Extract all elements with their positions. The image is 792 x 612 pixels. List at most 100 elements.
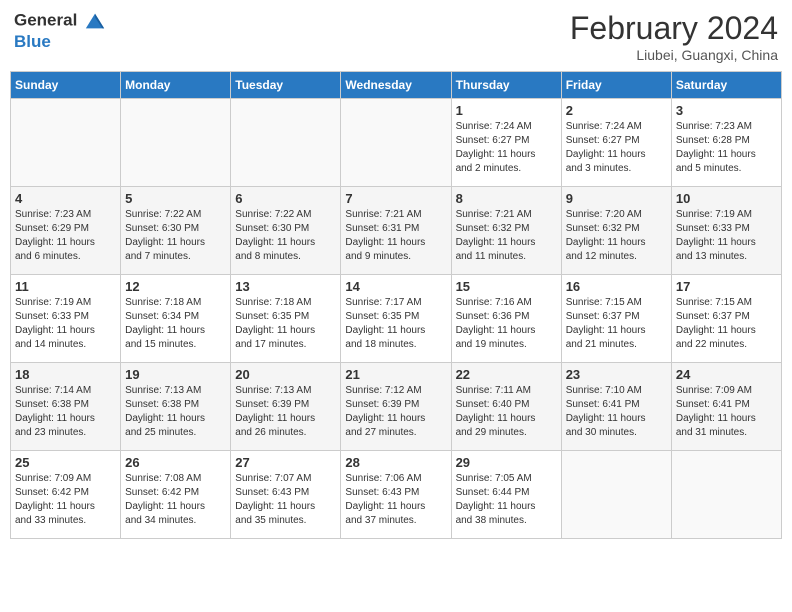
day-number: 24 <box>676 367 777 382</box>
calendar: SundayMondayTuesdayWednesdayThursdayFrid… <box>10 71 782 539</box>
day-info: Sunrise: 7:24 AM Sunset: 6:27 PM Dayligh… <box>566 120 667 176</box>
day-number: 5 <box>125 191 226 206</box>
calendar-cell: 19Sunrise: 7:13 AM Sunset: 6:38 PM Dayli… <box>121 363 231 451</box>
calendar-cell: 13 Sunrise: 7:18 AM Sunset: 6:35 PM Dayli… <box>231 275 341 363</box>
day-number: 14 <box>345 279 446 294</box>
day-number: 3 <box>676 103 777 118</box>
day-number: 29 <box>456 455 557 470</box>
calendar-cell: 3 Sunrise: 7:23 AM Sunset: 6:28 PM Daylig… <box>671 99 781 187</box>
day-number: 18 <box>15 367 116 382</box>
calendar-cell: 7 Sunrise: 7:21 AM Sunset: 6:31 PM Daylig… <box>341 187 451 275</box>
calendar-header-thursday: Thursday <box>451 72 561 99</box>
calendar-cell: 29Sunrise: 7:05 AM Sunset: 6:44 PM Dayli… <box>451 451 561 539</box>
day-info: Sunrise: 7:06 AM Sunset: 6:43 PM Dayligh… <box>345 472 446 528</box>
day-number: 12 <box>125 279 226 294</box>
calendar-header-sunday: Sunday <box>11 72 121 99</box>
day-info: Sunrise: 7:15 AM Sunset: 6:37 PM Dayligh… <box>566 296 667 352</box>
day-number: 11 <box>15 279 116 294</box>
day-number: 25 <box>15 455 116 470</box>
day-number: 13 <box>235 279 336 294</box>
calendar-week-row: 11 Sunrise: 7:19 AM Sunset: 6:33 PM Dayli… <box>11 275 782 363</box>
day-number: 16 <box>566 279 667 294</box>
day-info: Sunrise: 7:10 AM Sunset: 6:41 PM Dayligh… <box>566 384 667 440</box>
calendar-header-saturday: Saturday <box>671 72 781 99</box>
calendar-cell: 20 Sunrise: 7:13 AM Sunset: 6:39 PM Dayli… <box>231 363 341 451</box>
day-info: Sunrise: 7:12 AM Sunset: 6:39 PM Dayligh… <box>345 384 446 440</box>
day-info: Sunrise: 7:11 AM Sunset: 6:40 PM Dayligh… <box>456 384 557 440</box>
calendar-cell: 16 Sunrise: 7:15 AM Sunset: 6:37 PM Dayli… <box>561 275 671 363</box>
calendar-cell <box>341 99 451 187</box>
day-info: Sunrise: 7:07 AM Sunset: 6:43 PM Dayligh… <box>235 472 336 528</box>
day-number: 28 <box>345 455 446 470</box>
calendar-cell: 22 Sunrise: 7:11 AM Sunset: 6:40 PM Dayli… <box>451 363 561 451</box>
day-info: Sunrise: 7:17 AM Sunset: 6:35 PM Dayligh… <box>345 296 446 352</box>
calendar-header-friday: Friday <box>561 72 671 99</box>
day-number: 15 <box>456 279 557 294</box>
calendar-cell <box>11 99 121 187</box>
calendar-cell: 5 Sunrise: 7:22 AM Sunset: 6:30 PM Daylig… <box>121 187 231 275</box>
calendar-cell <box>561 451 671 539</box>
calendar-cell: 15 Sunrise: 7:16 AM Sunset: 6:36 PM Dayli… <box>451 275 561 363</box>
day-number: 23 <box>566 367 667 382</box>
location: Liubei, Guangxi, China <box>570 47 778 63</box>
month-year: February 2024 <box>570 10 778 47</box>
day-info: Sunrise: 7:15 AM Sunset: 6:37 PM Dayligh… <box>676 296 777 352</box>
day-number: 22 <box>456 367 557 382</box>
calendar-week-row: 1 Sunrise: 7:24 AM Sunset: 6:27 PM Daylig… <box>11 99 782 187</box>
logo: General Blue <box>14 10 106 52</box>
day-number: 26 <box>125 455 226 470</box>
calendar-cell: 11 Sunrise: 7:19 AM Sunset: 6:33 PM Dayli… <box>11 275 121 363</box>
calendar-cell: 21 Sunrise: 7:12 AM Sunset: 6:39 PM Dayli… <box>341 363 451 451</box>
day-info: Sunrise: 7:16 AM Sunset: 6:36 PM Dayligh… <box>456 296 557 352</box>
calendar-cell: 18Sunrise: 7:14 AM Sunset: 6:38 PM Dayli… <box>11 363 121 451</box>
day-info: Sunrise: 7:23 AM Sunset: 6:29 PM Dayligh… <box>15 208 116 264</box>
calendar-cell: 6Sunrise: 7:22 AM Sunset: 6:30 PM Daylig… <box>231 187 341 275</box>
day-number: 7 <box>345 191 446 206</box>
calendar-header-row: SundayMondayTuesdayWednesdayThursdayFrid… <box>11 72 782 99</box>
day-number: 10 <box>676 191 777 206</box>
day-number: 21 <box>345 367 446 382</box>
day-info: Sunrise: 7:19 AM Sunset: 6:33 PM Dayligh… <box>15 296 116 352</box>
calendar-week-row: 4 Sunrise: 7:23 AM Sunset: 6:29 PM Daylig… <box>11 187 782 275</box>
calendar-header-wednesday: Wednesday <box>341 72 451 99</box>
calendar-cell: 1Sunrise: 7:24 AM Sunset: 6:27 PM Daylig… <box>451 99 561 187</box>
calendar-cell <box>121 99 231 187</box>
calendar-cell: 12 Sunrise: 7:18 AM Sunset: 6:34 PM Dayli… <box>121 275 231 363</box>
day-info: Sunrise: 7:09 AM Sunset: 6:41 PM Dayligh… <box>676 384 777 440</box>
day-number: 27 <box>235 455 336 470</box>
calendar-cell: 28 Sunrise: 7:06 AM Sunset: 6:43 PM Dayli… <box>341 451 451 539</box>
day-number: 2 <box>566 103 667 118</box>
logo-icon <box>84 10 106 32</box>
day-number: 8 <box>456 191 557 206</box>
day-number: 19 <box>125 367 226 382</box>
calendar-cell: 14 Sunrise: 7:17 AM Sunset: 6:35 PM Dayli… <box>341 275 451 363</box>
day-number: 9 <box>566 191 667 206</box>
day-info: Sunrise: 7:13 AM Sunset: 6:39 PM Dayligh… <box>235 384 336 440</box>
calendar-week-row: 25 Sunrise: 7:09 AM Sunset: 6:42 PM Dayli… <box>11 451 782 539</box>
calendar-cell: 2 Sunrise: 7:24 AM Sunset: 6:27 PM Daylig… <box>561 99 671 187</box>
title-block: February 2024 Liubei, Guangxi, China <box>570 10 778 63</box>
calendar-cell: 23 Sunrise: 7:10 AM Sunset: 6:41 PM Dayli… <box>561 363 671 451</box>
calendar-cell: 26Sunrise: 7:08 AM Sunset: 6:42 PM Dayli… <box>121 451 231 539</box>
day-number: 1 <box>456 103 557 118</box>
day-info: Sunrise: 7:20 AM Sunset: 6:32 PM Dayligh… <box>566 208 667 264</box>
day-info: Sunrise: 7:23 AM Sunset: 6:28 PM Dayligh… <box>676 120 777 176</box>
day-info: Sunrise: 7:21 AM Sunset: 6:32 PM Dayligh… <box>456 208 557 264</box>
calendar-cell: 8 Sunrise: 7:21 AM Sunset: 6:32 PM Daylig… <box>451 187 561 275</box>
day-info: Sunrise: 7:18 AM Sunset: 6:35 PM Dayligh… <box>235 296 336 352</box>
day-number: 20 <box>235 367 336 382</box>
day-info: Sunrise: 7:18 AM Sunset: 6:34 PM Dayligh… <box>125 296 226 352</box>
calendar-cell: 4 Sunrise: 7:23 AM Sunset: 6:29 PM Daylig… <box>11 187 121 275</box>
calendar-cell: 27 Sunrise: 7:07 AM Sunset: 6:43 PM Dayli… <box>231 451 341 539</box>
day-info: Sunrise: 7:21 AM Sunset: 6:31 PM Dayligh… <box>345 208 446 264</box>
calendar-cell: 25 Sunrise: 7:09 AM Sunset: 6:42 PM Dayli… <box>11 451 121 539</box>
calendar-cell <box>231 99 341 187</box>
calendar-cell <box>671 451 781 539</box>
day-number: 4 <box>15 191 116 206</box>
calendar-cell: 17Sunrise: 7:15 AM Sunset: 6:37 PM Dayli… <box>671 275 781 363</box>
day-info: Sunrise: 7:19 AM Sunset: 6:33 PM Dayligh… <box>676 208 777 264</box>
calendar-header-tuesday: Tuesday <box>231 72 341 99</box>
day-info: Sunrise: 7:09 AM Sunset: 6:42 PM Dayligh… <box>15 472 116 528</box>
day-info: Sunrise: 7:22 AM Sunset: 6:30 PM Dayligh… <box>235 208 336 264</box>
day-info: Sunrise: 7:22 AM Sunset: 6:30 PM Dayligh… <box>125 208 226 264</box>
